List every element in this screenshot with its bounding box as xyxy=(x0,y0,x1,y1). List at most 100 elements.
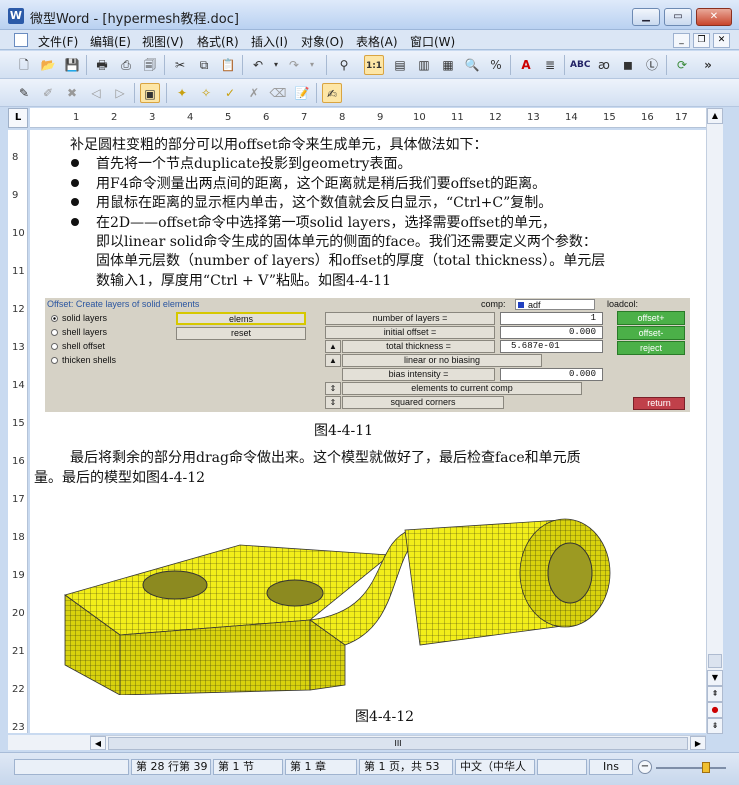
next-page-icon[interactable]: ⇟ xyxy=(707,718,723,734)
horizontal-scroll-thumb[interactable]: III xyxy=(108,737,688,750)
page-width-icon[interactable]: ▤ xyxy=(390,55,410,75)
save-icon[interactable]: 💾 xyxy=(62,55,82,75)
print-icon[interactable]: 🖶 xyxy=(92,55,112,75)
two-pages-icon[interactable]: ▦ xyxy=(438,55,458,75)
elements-toggle-icon: ⇕ xyxy=(325,382,341,395)
vertical-scrollbar[interactable]: ▲ ▼ ⇞ ● ⇟ xyxy=(706,108,723,734)
find-binoculars-icon[interactable]: ⚲ xyxy=(334,55,354,75)
scroll-thumb[interactable] xyxy=(708,654,722,668)
menu-object[interactable]: 对象(O) xyxy=(301,33,344,50)
ruler-number: 6 xyxy=(263,112,270,123)
maximize-button[interactable]: ▭ xyxy=(664,8,692,26)
undo-icon[interactable]: ↶ xyxy=(248,55,268,75)
zoom-slider-track[interactable] xyxy=(656,767,726,769)
ruler-number: 16 xyxy=(641,112,654,123)
redo-dropdown-icon[interactable]: ▾ xyxy=(302,55,322,75)
standard-toolbar: 🗋 📂 💾 🖶 ⎙ 🗐 ✂ ⧉ 📋 ↶ ▾ ↷ ▾ ⚲ 1:1 ▤ ▥ ▦ 🔍 … xyxy=(0,51,739,79)
show-markup-icon[interactable]: ⌫ xyxy=(268,83,288,103)
vruler-number: 11 xyxy=(12,266,25,277)
vruler-number: 12 xyxy=(12,304,25,315)
doc-minimize-button[interactable]: _ xyxy=(673,33,690,48)
scroll-down-icon[interactable]: ▼ xyxy=(707,670,723,686)
number-of-layers-label: number of layers = xyxy=(325,312,495,325)
open-folder-icon[interactable]: 📂 xyxy=(38,55,58,75)
menu-table[interactable]: 表格(A) xyxy=(356,33,398,50)
word-app-icon[interactable]: W xyxy=(8,8,24,24)
undo-dropdown-icon[interactable]: ▾ xyxy=(266,55,286,75)
delete-comment-icon[interactable]: ✖ xyxy=(62,83,82,103)
doc-restore-button[interactable]: ❐ xyxy=(693,33,710,48)
vertical-ruler[interactable]: 8 9 10 11 12 13 14 15 16 17 18 19 20 21 … xyxy=(8,130,28,733)
bullet-item: 用F4命令测量出两点间的距离，这个距离就是稍后我们要offset的距离。 xyxy=(96,176,547,192)
return-button: return xyxy=(633,397,685,410)
ruler-number: 1 xyxy=(73,112,80,123)
menu-window[interactable]: 窗口(W) xyxy=(410,33,455,50)
total-thickness-label: total thickness = xyxy=(342,340,495,353)
ruler-number: 7 xyxy=(301,112,308,123)
zoom-icon[interactable]: 🔍 xyxy=(462,55,482,75)
horizontal-scrollbar[interactable]: ◀ III ▶ xyxy=(90,735,706,750)
status-blank xyxy=(14,759,129,775)
ruler-number: 13 xyxy=(527,112,540,123)
prev-page-icon[interactable]: ⇞ xyxy=(707,686,723,702)
spell-check-icon[interactable]: ABC xyxy=(570,55,590,75)
toolbar-overflow-icon[interactable]: » xyxy=(698,55,718,75)
document-menu-icon[interactable] xyxy=(14,33,28,47)
font-color-icon[interactable]: A xyxy=(516,55,536,75)
ruler-number: 10 xyxy=(413,112,426,123)
new-document-icon[interactable]: 🗋 xyxy=(14,55,34,75)
scroll-left-icon[interactable]: ◀ xyxy=(90,736,106,750)
paste-icon[interactable]: 📋 xyxy=(218,55,238,75)
initial-offset-label: initial offset = xyxy=(325,326,495,339)
minimize-button[interactable]: ▁ xyxy=(632,8,660,26)
whole-page-icon[interactable]: ▥ xyxy=(414,55,434,75)
shape-icon[interactable]: ◼ xyxy=(618,55,638,75)
accept-change-icon[interactable]: ✦ xyxy=(172,83,192,103)
print-preview-icon[interactable]: 🗐 xyxy=(140,55,160,75)
copy-icon[interactable]: ⧉ xyxy=(194,55,214,75)
reject-change-icon[interactable]: ✧ xyxy=(196,83,216,103)
status-insert-mode[interactable]: Ins xyxy=(589,759,633,775)
cut-icon[interactable]: ✂ xyxy=(170,55,190,75)
prev-comment-icon[interactable]: ◁ xyxy=(86,83,106,103)
bullet-item: 首先将一个节点duplicate投影到geometry表面。 xyxy=(96,156,412,172)
word-count-icon[interactable]: ꜵ xyxy=(594,55,614,75)
document-page[interactable]: 补足圆柱变粗的部分可以用offset命令来生成单元，具体做法如下： 首先将一个节… xyxy=(30,130,706,733)
vruler-number: 8 xyxy=(12,152,19,163)
paragraph-format-icon[interactable]: ≣ xyxy=(540,55,560,75)
insert-comment-icon[interactable]: ✎ xyxy=(14,83,34,103)
browse-object-icon[interactable]: ● xyxy=(707,702,723,718)
pdf-export-icon[interactable]: ⎙ xyxy=(116,55,136,75)
scroll-up-icon[interactable]: ▲ xyxy=(707,108,723,124)
protect-document-icon[interactable]: ✍ xyxy=(322,83,342,103)
letter-l-icon[interactable]: Ⓛ xyxy=(642,55,662,75)
menu-format[interactable]: 格式(R) xyxy=(197,33,239,50)
review-pane-icon[interactable]: 📝 xyxy=(292,83,312,103)
menu-insert[interactable]: 插入(I) xyxy=(251,33,288,50)
loadcol-label: loadcol: xyxy=(607,299,639,309)
horizontal-ruler[interactable]: 1 2 3 4 5 6 7 8 9 10 11 12 13 14 15 16 1… xyxy=(30,108,706,128)
zoom-out-icon[interactable]: − xyxy=(638,760,652,774)
actual-size-icon[interactable]: 1:1 xyxy=(364,55,384,75)
comp-label: comp: xyxy=(481,299,506,309)
reject-all-icon[interactable]: ✗ xyxy=(244,83,264,103)
doc-close-button[interactable]: ✕ xyxy=(713,33,730,48)
zoom-slider-knob[interactable] xyxy=(702,762,710,773)
close-button[interactable]: ✕ xyxy=(696,8,732,26)
accept-all-icon[interactable]: ✓ xyxy=(220,83,240,103)
vruler-number: 16 xyxy=(12,456,25,467)
menu-edit[interactable]: 编辑(E) xyxy=(90,33,131,50)
vruler-number: 15 xyxy=(12,418,25,429)
redo-icon[interactable]: ↷ xyxy=(284,55,304,75)
scroll-right-icon[interactable]: ▶ xyxy=(690,736,706,750)
menu-file[interactable]: 文件(F) xyxy=(38,33,78,50)
macro-icon[interactable]: ⟳ xyxy=(672,55,692,75)
zoom-percent-icon[interactable]: % xyxy=(486,55,506,75)
tab-stop-selector[interactable]: L xyxy=(8,108,28,128)
track-changes-icon[interactable]: ▣ xyxy=(140,83,160,103)
edit-comment-icon[interactable]: ✐ xyxy=(38,83,58,103)
next-comment-icon[interactable]: ▷ xyxy=(110,83,130,103)
ruler-number: 5 xyxy=(225,112,232,123)
ruler-number: 12 xyxy=(489,112,502,123)
menu-view[interactable]: 视图(V) xyxy=(142,33,184,50)
